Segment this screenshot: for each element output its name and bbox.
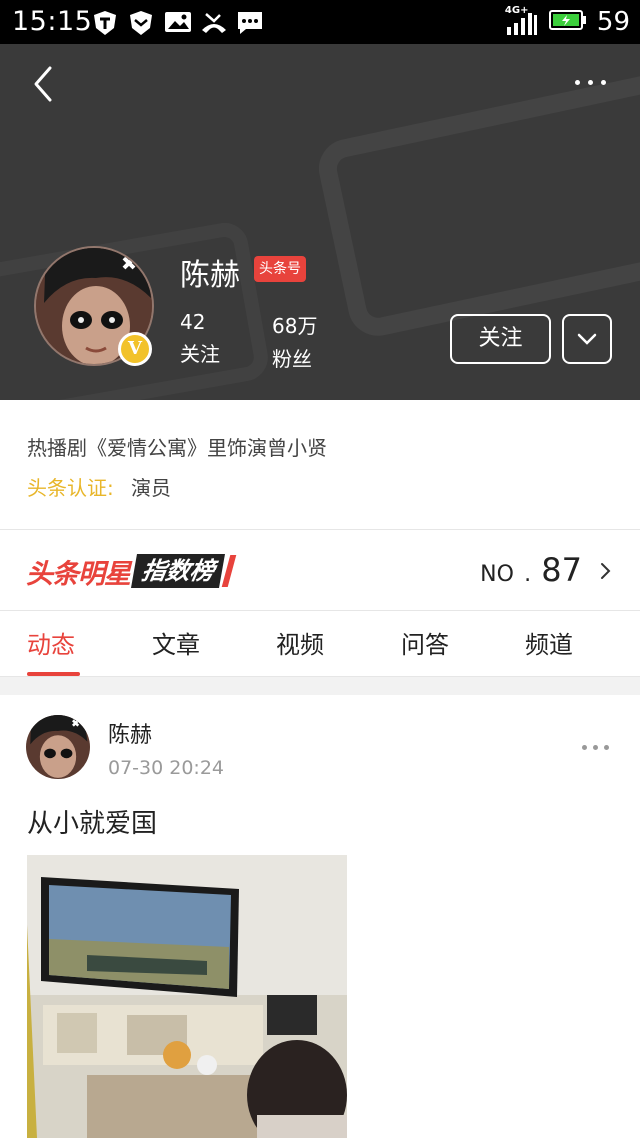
tab-articles[interactable]: 文章 bbox=[152, 625, 200, 660]
tab-channels[interactable]: 频道 bbox=[525, 625, 573, 660]
chevron-down-icon bbox=[577, 333, 597, 345]
more-icon-dot bbox=[587, 79, 593, 85]
header-decoration bbox=[313, 66, 640, 342]
recommend-dropdown-button[interactable] bbox=[562, 314, 612, 364]
post-more-button[interactable] bbox=[582, 745, 609, 750]
more-icon-dot bbox=[593, 745, 598, 750]
notification-icons bbox=[92, 9, 264, 37]
avatar-wrap[interactable]: V bbox=[34, 246, 154, 366]
battery-percent: 59 bbox=[596, 7, 630, 37]
back-icon bbox=[34, 66, 52, 102]
tab-videos[interactable]: 视频 bbox=[276, 625, 324, 660]
post-image[interactable] bbox=[27, 855, 347, 1138]
chevron-right-icon bbox=[601, 563, 611, 579]
status-right: 4G+ 59 bbox=[505, 5, 630, 38]
verify-value: 演员 bbox=[131, 476, 171, 500]
back-button[interactable] bbox=[24, 62, 64, 106]
post-avatar[interactable] bbox=[26, 715, 90, 779]
fans-label: 粉丝 bbox=[272, 347, 312, 371]
post-author[interactable]: 陈赫 bbox=[108, 717, 152, 749]
missed-call-icon bbox=[200, 10, 228, 36]
post-time: 07-30 20:24 bbox=[108, 757, 225, 779]
profile-header: V 陈赫 头条号 42 关注 68万 粉丝 关注 bbox=[0, 44, 640, 400]
more-icon bbox=[582, 745, 587, 750]
star-rank-logo-part1: 头条明星 bbox=[26, 558, 131, 590]
status-time: 15:15 bbox=[12, 6, 93, 37]
following-stat[interactable]: 42 关注 bbox=[180, 310, 220, 367]
active-tab-indicator bbox=[27, 672, 80, 676]
more-icon-dot bbox=[600, 79, 606, 85]
verified-icon: V bbox=[118, 332, 152, 366]
follow-button[interactable]: 关注 bbox=[450, 314, 551, 364]
rank-value: 87 bbox=[541, 551, 582, 589]
message-icon bbox=[236, 10, 264, 36]
feed-item[interactable]: 陈赫 07-30 20:24 从小就爱国 bbox=[0, 695, 640, 1138]
post-text: 从小就爱国 bbox=[27, 809, 158, 839]
signal-icon: 4G+ bbox=[505, 5, 539, 37]
following-count: 42 bbox=[180, 310, 206, 334]
more-icon-dot bbox=[604, 745, 609, 750]
profile-bio: 热播剧《爱情公寓》里饰演曾小贤 头条认证: 演员 bbox=[0, 400, 640, 530]
rank-separator: . bbox=[524, 562, 532, 587]
star-rank-logo: 头条明星 指数榜 bbox=[26, 553, 237, 590]
status-bar: 15:15 4G+ 59 bbox=[0, 0, 640, 44]
verify-label: 头条认证: bbox=[27, 476, 114, 500]
battery-icon bbox=[548, 9, 587, 35]
section-divider bbox=[0, 677, 640, 695]
mail-shield-icon bbox=[128, 10, 156, 36]
more-button[interactable] bbox=[568, 70, 612, 94]
star-rank-row[interactable]: 头条明星 指数榜 NO . 87 bbox=[0, 531, 640, 611]
user-name: 陈赫 bbox=[180, 258, 240, 293]
rank-prefix: NO bbox=[480, 562, 514, 587]
fans-count: 68万 bbox=[272, 314, 318, 338]
media-badge: 头条号 bbox=[254, 256, 306, 282]
star-rank-logo-part2: 指数榜 bbox=[131, 554, 225, 588]
following-label: 关注 bbox=[180, 342, 220, 366]
tab-qa[interactable]: 问答 bbox=[401, 625, 449, 660]
content-tabs: 动态 文章 视频 问答 频道 bbox=[0, 611, 640, 677]
shield-icon bbox=[92, 10, 120, 36]
more-icon bbox=[574, 79, 580, 85]
fans-stat[interactable]: 68万 粉丝 bbox=[272, 310, 317, 372]
image-icon bbox=[164, 10, 192, 36]
bio-description: 热播剧《爱情公寓》里饰演曾小贤 bbox=[27, 436, 327, 460]
tab-dynamic[interactable]: 动态 bbox=[27, 625, 75, 660]
star-rank-number: NO . 87 bbox=[480, 551, 582, 589]
